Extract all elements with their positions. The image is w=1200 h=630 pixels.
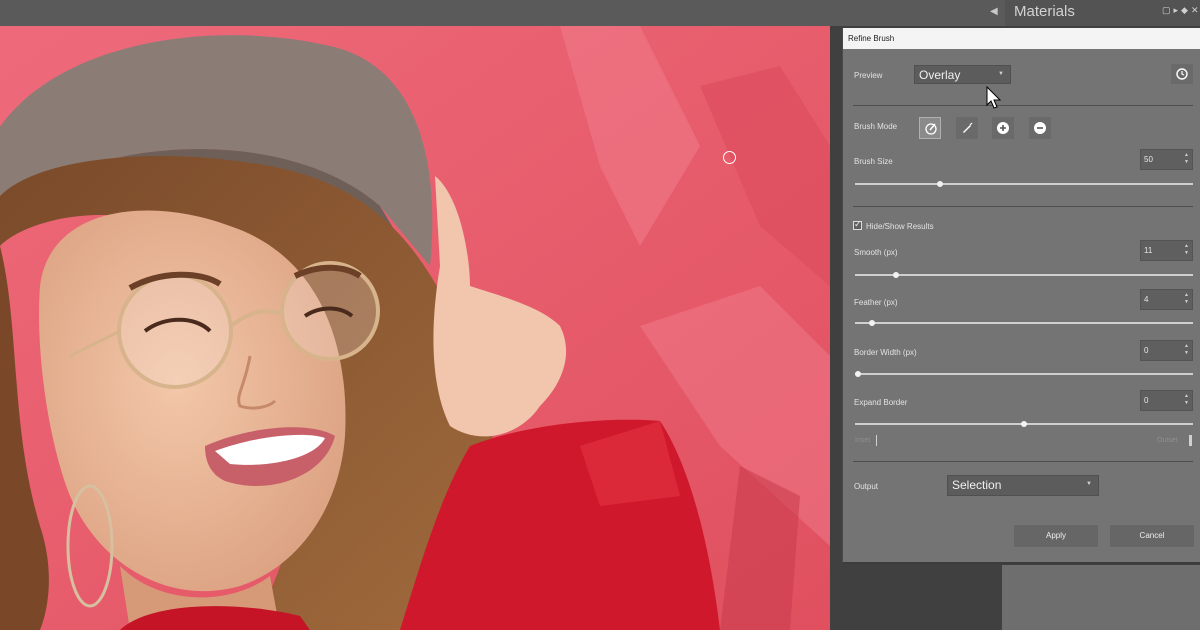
preview-value: Overlay (919, 68, 961, 82)
spinner-icon[interactable]: ▲ ▼ (1184, 393, 1189, 407)
feather-slider-thumb[interactable] (868, 320, 875, 326)
smooth-input[interactable]: 11 ▲ ▼ (1140, 240, 1193, 261)
hide-show-results-checkbox[interactable]: ✓ (853, 219, 862, 230)
brush-cursor-ring (723, 151, 736, 164)
expand-border-max-marker (1189, 435, 1192, 446)
border-width-slider-thumb[interactable] (855, 371, 862, 377)
expand-border-min-label: Inset (855, 437, 871, 444)
output-dropdown[interactable]: Selection ▼ (947, 475, 1099, 496)
spinner-icon[interactable]: ▲ ▼ (1184, 292, 1189, 306)
smooth-slider[interactable] (855, 272, 1193, 278)
collapse-panel-icon[interactable]: ◀ (990, 6, 998, 17)
expand-border-slider[interactable] (855, 421, 1193, 427)
brush-mode-label: Brush Mode (854, 122, 898, 131)
border-width-input[interactable]: 0 ▲ ▼ (1140, 340, 1193, 361)
feather-slider[interactable] (855, 320, 1193, 326)
expand-border-max-label: Outset (1157, 437, 1178, 444)
hide-show-results-label: Hide/Show Results (866, 222, 934, 231)
brush-size-label: Brush Size (854, 157, 893, 166)
photo-canvas[interactable] (0, 26, 830, 630)
plus-circle-icon (997, 122, 1009, 134)
clock-icon (1176, 68, 1188, 80)
cancel-button[interactable]: Cancel (1110, 525, 1194, 547)
brush-size-slider-thumb[interactable] (936, 181, 943, 187)
feather-value: 4 (1144, 295, 1149, 304)
spinner-icon[interactable]: ▲ ▼ (1184, 152, 1189, 166)
divider (853, 461, 1193, 462)
add-mode-button[interactable] (992, 117, 1014, 139)
panel-background-strip (1002, 565, 1200, 630)
brush-size-slider[interactable] (855, 181, 1193, 187)
chevron-down-icon: ▼ (1086, 481, 1092, 487)
expand-border-value: 0 (1144, 396, 1149, 405)
history-button[interactable] (1171, 64, 1193, 84)
preview-dropdown[interactable]: Overlay ▼ (914, 65, 1011, 84)
expand-border-label: Expand Border (854, 398, 908, 407)
dialog-title-bar[interactable]: Refine Brush (843, 28, 1200, 49)
feather-label: Feather (px) (854, 298, 898, 307)
output-label: Output (854, 482, 879, 491)
minus-circle-icon (1034, 122, 1046, 134)
border-width-slider[interactable] (855, 371, 1193, 377)
chevron-down-icon: ▼ (998, 71, 1004, 77)
border-width-value: 0 (1144, 346, 1149, 355)
brush-size-input[interactable]: 50 ▲ ▼ (1140, 149, 1193, 170)
divider (853, 206, 1193, 207)
mouse-pointer-icon (986, 86, 1002, 109)
expand-border-input[interactable]: 0 ▲ ▼ (1140, 390, 1193, 411)
preview-label: Preview (854, 71, 883, 80)
divider (853, 105, 1193, 106)
portrait-photo (0, 26, 830, 630)
subtract-mode-button[interactable] (1029, 117, 1051, 139)
apply-button[interactable]: Apply (1014, 525, 1098, 547)
brush-size-value: 50 (1144, 155, 1153, 164)
output-value: Selection (952, 478, 1002, 492)
spinner-icon[interactable]: ▲ ▼ (1184, 343, 1189, 357)
expand-border-slider-thumb[interactable] (1021, 421, 1027, 427)
refine-brush-dialog: Refine Brush Preview Overlay ▼ Brush Mod… (842, 28, 1200, 564)
spinner-icon[interactable]: ▲ ▼ (1184, 243, 1189, 257)
brush-icon (963, 122, 973, 133)
checkmark-icon: ✓ (854, 219, 862, 229)
brush-mode-button[interactable] (956, 117, 978, 139)
expand-border-min-marker (876, 435, 877, 446)
dialog-title: Refine Brush (848, 34, 895, 43)
smart-brush-mode-button[interactable] (919, 117, 941, 139)
materials-panel-title: Materials (1014, 3, 1075, 20)
smooth-value: 11 (1144, 246, 1153, 255)
smooth-label: Smooth (px) (854, 248, 898, 257)
smart-brush-icon (925, 123, 937, 135)
border-width-label: Border Width (px) (854, 348, 917, 357)
feather-input[interactable]: 4 ▲ ▼ (1140, 289, 1193, 310)
smooth-slider-thumb[interactable] (892, 272, 899, 278)
panel-controls-icon[interactable]: ▢▸◆✕ (1162, 5, 1200, 16)
